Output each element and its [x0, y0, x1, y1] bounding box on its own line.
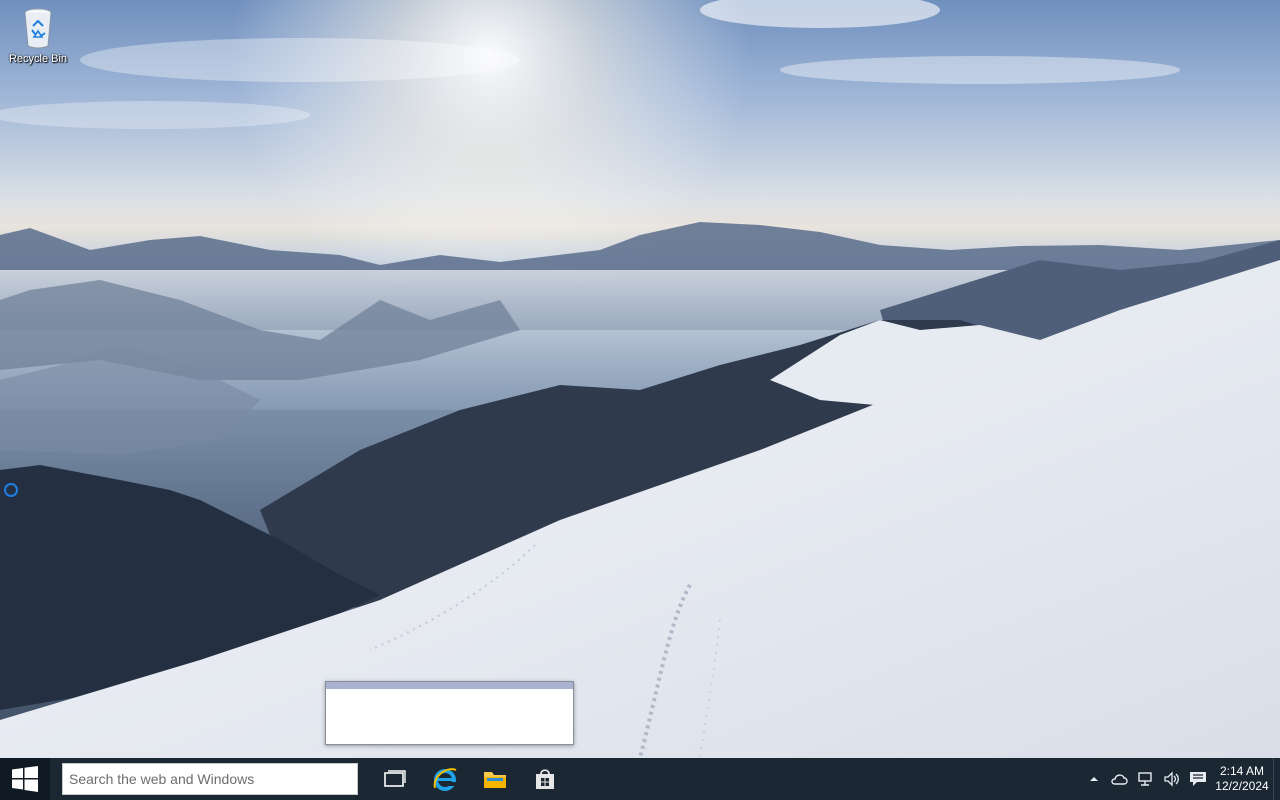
search-input[interactable]: Search the web and Windows	[62, 763, 358, 795]
start-button[interactable]	[0, 758, 50, 800]
system-tray: 2:14 AM 12/2/2024	[1081, 758, 1280, 800]
onedrive-cloud-icon	[1111, 774, 1128, 785]
file-explorer-button[interactable]	[470, 758, 520, 800]
store-icon	[536, 769, 554, 789]
clock-date: 12/2/2024	[1215, 779, 1269, 793]
action-center-icon	[1190, 772, 1206, 786]
internet-explorer-button[interactable]	[420, 758, 470, 800]
recycle-bin-label: Recycle Bin	[8, 53, 68, 65]
clock-time: 2:14 AM	[1219, 764, 1265, 778]
recycle-bin-icon	[24, 8, 52, 49]
task-view-button[interactable]	[370, 758, 420, 800]
recycle-bin-desktop-icon[interactable]: Recycle Bin	[4, 6, 72, 76]
chevron-up-icon	[1090, 777, 1098, 781]
task-view-icon	[384, 770, 406, 787]
store-button[interactable]	[520, 758, 570, 800]
pinned-apps	[370, 758, 570, 800]
desktop: Recycle Bin	[0, 0, 1280, 758]
network-button[interactable]	[1133, 758, 1159, 800]
taskbar-thumbnail-preview[interactable]	[325, 681, 574, 745]
show-hidden-icons-button[interactable]	[1081, 758, 1107, 800]
windows-logo-icon	[12, 766, 38, 792]
busy-cursor-icon	[4, 483, 18, 497]
volume-button[interactable]	[1159, 758, 1185, 800]
folder-icon	[484, 772, 506, 788]
volume-icon	[1164, 771, 1179, 787]
action-center-button[interactable]	[1185, 758, 1211, 800]
wallpaper-image	[0, 0, 1280, 758]
show-desktop-button[interactable]	[1273, 758, 1280, 800]
thumbnail-titlebar	[326, 682, 573, 689]
search-placeholder: Search the web and Windows	[69, 771, 255, 787]
onedrive-button[interactable]	[1107, 758, 1133, 800]
internet-explorer-icon	[433, 768, 457, 791]
clock[interactable]: 2:14 AM 12/2/2024	[1211, 758, 1273, 800]
taskbar: Search the web and Windows 2:14 AM 12/2/…	[0, 758, 1280, 800]
network-icon	[1138, 772, 1152, 786]
